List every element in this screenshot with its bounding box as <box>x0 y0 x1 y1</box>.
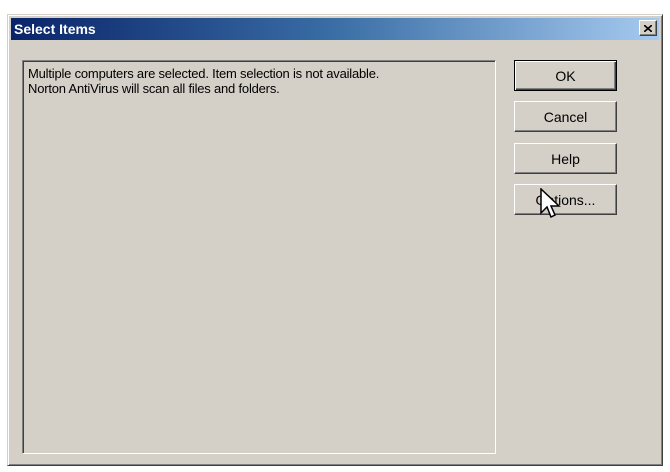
options-button-label: Options... <box>535 191 596 208</box>
options-button[interactable]: Options... <box>514 184 617 215</box>
title-bar[interactable]: Select Items <box>11 18 659 40</box>
close-x-icon <box>644 24 652 32</box>
cancel-button[interactable]: Cancel <box>514 101 617 132</box>
ok-button[interactable]: OK <box>514 60 617 91</box>
ok-button-label: OK <box>555 67 576 84</box>
message-line-1: Multiple computers are selected. Item se… <box>28 66 380 81</box>
select-items-dialog: Select Items Multiple computers are sele… <box>7 14 663 466</box>
message-line-2: Norton AntiVirus will scan all files and… <box>28 81 280 96</box>
help-button-label: Help <box>551 150 580 167</box>
item-selection-area: Multiple computers are selected. Item se… <box>22 60 496 454</box>
cancel-button-label: Cancel <box>543 108 588 125</box>
window-title: Select Items <box>14 21 96 37</box>
help-button[interactable]: Help <box>514 143 617 174</box>
close-button[interactable] <box>639 20 657 36</box>
